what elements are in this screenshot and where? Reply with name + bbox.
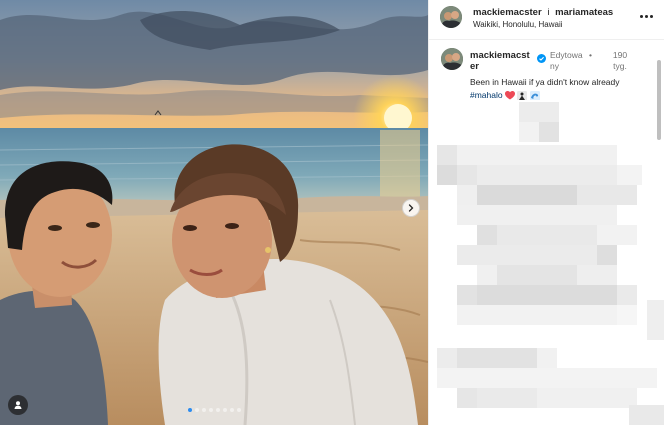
caption-username[interactable]: mackiemacster (470, 50, 530, 72)
post-details-panel: mackiemacster i mariamateas Waikiki, Hon… (428, 0, 664, 425)
post-photo[interactable] (0, 0, 428, 425)
edited-label: Edytowany (550, 50, 583, 71)
tagged-users-button[interactable] (8, 395, 28, 415)
panel-scrollbar[interactable] (657, 60, 661, 140)
pixelated-comments-area (429, 100, 664, 425)
meta-bullet: • (589, 50, 592, 60)
sunset-beach-photo (0, 0, 428, 425)
carousel-dot (236, 408, 241, 412)
more-options-button[interactable] (640, 10, 656, 22)
more-options-icon (640, 14, 643, 18)
caption-avatar[interactable] (441, 48, 463, 70)
carousel-dot (194, 408, 199, 412)
author-avatar[interactable] (440, 6, 462, 28)
verified-badge-icon (537, 54, 546, 63)
carousel-dot (229, 408, 234, 412)
carousel-dot (215, 408, 220, 412)
next-slide-button[interactable] (402, 199, 420, 217)
post-age[interactable]: 190 tyg. (605, 50, 635, 72)
caption-text: Been in Hawaii if ya didn't know already… (470, 76, 660, 102)
carousel-dot (208, 408, 213, 412)
collaborator-username[interactable]: mariamateas (555, 7, 613, 18)
post-location[interactable]: Waikiki, Honolulu, Hawaii (473, 20, 563, 29)
caption-body: Been in Hawaii if ya didn't know already (470, 77, 620, 87)
post-header: mackiemacster i mariamateas Waikiki, Hon… (429, 0, 664, 40)
carousel-dot (201, 408, 206, 412)
post-authors: mackiemacster i mariamateas (473, 7, 613, 18)
carousel-dot (222, 408, 227, 412)
author-username[interactable]: mackiemacster (473, 7, 542, 18)
collab-separator: i (547, 7, 550, 18)
heart-emoji (504, 91, 515, 100)
carousel-indicator (0, 408, 428, 412)
hashtag-mahalo[interactable]: #mahalo (470, 90, 503, 100)
carousel-dot (187, 408, 192, 412)
chevron-right-icon (408, 204, 414, 212)
